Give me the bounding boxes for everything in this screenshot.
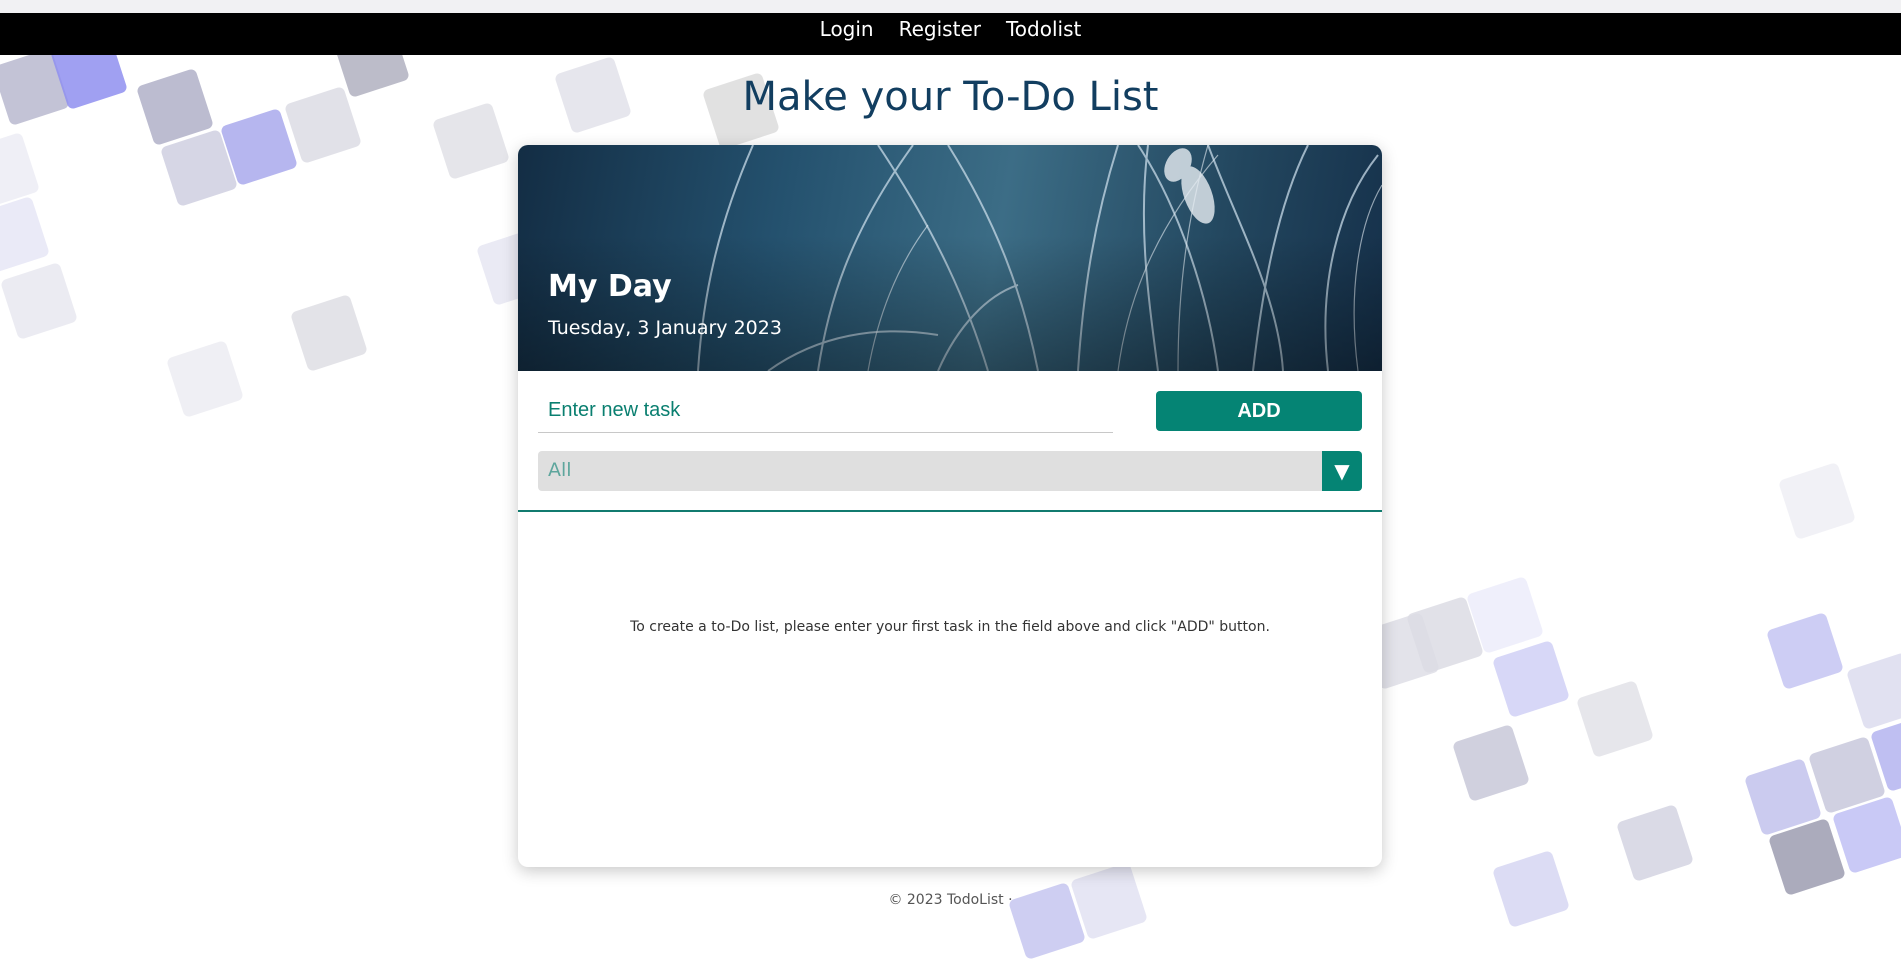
nav-login-link[interactable]: Login — [820, 17, 874, 41]
hero-title: My Day — [548, 269, 672, 304]
footer-copyright: © 2023 TodoList · — [888, 892, 1013, 908]
todo-card: My Day Tuesday, 3 January 2023 ADD All ▼… — [518, 145, 1382, 867]
filter-selected-value: All — [548, 459, 572, 481]
empty-list-message: To create a to-Do list, please enter you… — [630, 619, 1270, 635]
top-strip — [0, 0, 1901, 13]
filter-select[interactable]: All ▼ — [538, 451, 1362, 491]
page-title: Make your To-Do List — [742, 74, 1159, 120]
top-navbar: Login Register Todolist — [0, 13, 1901, 55]
new-task-input[interactable] — [538, 389, 1113, 433]
chevron-down-icon[interactable]: ▼ — [1322, 451, 1362, 491]
hero-date: Tuesday, 3 January 2023 — [548, 317, 782, 339]
hero-banner: My Day Tuesday, 3 January 2023 — [518, 145, 1382, 371]
list-divider — [518, 510, 1382, 512]
nav-register-link[interactable]: Register — [899, 17, 981, 41]
add-task-button[interactable]: ADD — [1156, 391, 1362, 431]
nav-todolist-link[interactable]: Todolist — [1006, 17, 1081, 41]
